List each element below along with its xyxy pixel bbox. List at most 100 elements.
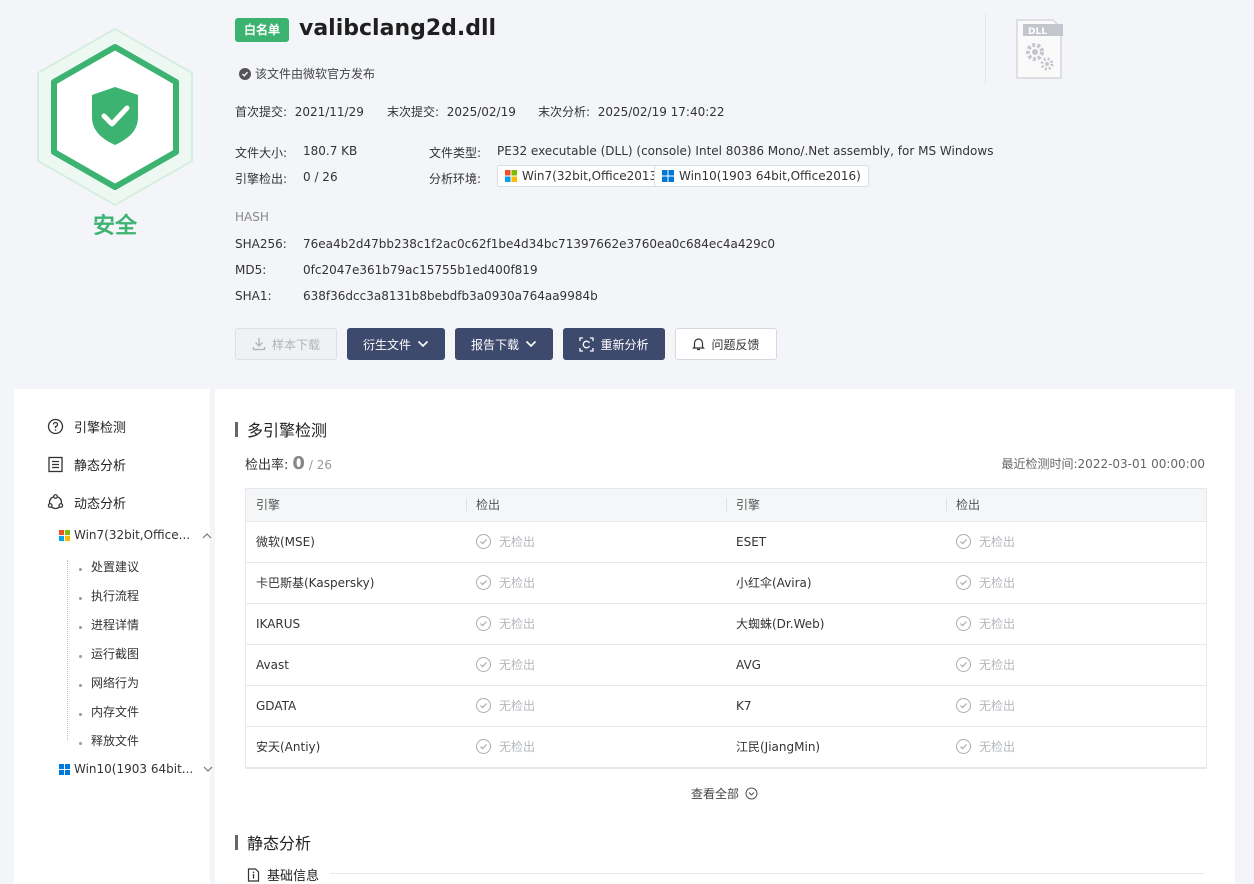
check-circle-icon [956,739,971,754]
table-row: Avast 无检出 AVG 无检出 [246,644,1206,686]
nav-static-analysis[interactable]: 静态分析 [47,455,126,474]
sha1-value[interactable]: 638f36dcc3a8131b8bebdfb3a0930a764aa9984b [303,289,598,303]
safety-status-label: 安全 [92,214,137,239]
engine-detect-label: 引擎检出: [235,172,288,186]
file-type-label: 文件类型: [429,146,482,160]
md5-value[interactable]: 0fc2047e361b79ac15755b1ed400f819 [303,263,538,277]
sha256-label: SHA256: [235,237,287,251]
env-win10-tag[interactable]: Win10(1903 64bit,Office2016) [654,165,869,187]
subnav-item-process-details[interactable]: 进程详情 [79,616,139,633]
engine-detect-value: 0 / 26 [303,170,338,184]
detect-result-cell: 无检出 [946,562,1206,604]
check-circle-icon [476,657,491,672]
file-size-value: 180.7 KB [303,144,358,158]
detect-result-cell: 无检出 [466,603,726,645]
verified-check-icon [239,67,251,80]
detect-result-cell: 无检出 [466,685,726,727]
windows-xp-icon [59,529,70,541]
detect-result-cell: 无检出 [946,726,1206,768]
engine-name-cell: 卡巴斯基(Kaspersky) [246,562,466,604]
check-circle-icon [476,616,491,631]
derived-files-button[interactable]: 衍生文件 [347,328,445,360]
table-row: 安天(Antiy) 无检出 江民(JiangMin) 无检出 [246,726,1206,768]
detect-result-cell: 无检出 [466,521,726,563]
nav-env-win7[interactable]: Win7(32bit,Office... [59,528,212,542]
subnav-list: 处置建议 执行流程 进程详情 运行截图 网络行为 内存文件 释放文件 [79,558,139,749]
subnav-item-dropped-files[interactable]: 释放文件 [79,732,139,749]
windows-xp-icon [505,170,517,182]
engine-name-cell: IKARUS [246,603,466,645]
publisher-note: 该文件由微软官方发布 [239,65,375,82]
dll-file-icon: DLL [1015,18,1063,80]
safety-shield-badge [30,25,200,215]
table-row: 微软(MSE) 无检出 ESET 无检出 [246,521,1206,563]
view-all-link[interactable]: 查看全部 [691,785,758,802]
info-doc-icon [247,867,260,882]
subnav-item-network[interactable]: 网络行为 [79,674,139,691]
detect-result-cell: 无检出 [946,521,1206,563]
table-row: GDATA 无检出 K7 无检出 [246,685,1206,727]
env-label: 分析环境: [429,172,482,186]
nav-engine-detection[interactable]: 引擎检测 [47,417,126,436]
engine-name-cell: ESET [726,521,946,563]
file-type-value: PE32 executable (DLL) (console) Intel 80… [497,144,994,158]
basic-info-subtitle: 基础信息 [247,865,319,884]
col-engine-1: 引擎 [246,489,466,522]
check-circle-icon [476,575,491,590]
col-engine-2: 引擎 [726,489,946,522]
engine-table: 引擎 检出 引擎 检出 微软(MSE) 无检出 ESET 无检出 卡巴斯基(Kasper… [245,488,1207,769]
detect-result-cell: 无检出 [946,685,1206,727]
last-submit: 末次提交: 2025/02/19 [387,105,516,119]
sha256-value[interactable]: 76ea4b2d47bb238c1f2ac0c62f1be4d34bc71397… [303,237,775,251]
last-analysis: 末次分析: 2025/02/19 17:40:22 [538,105,725,119]
md5-label: MD5: [235,263,267,277]
check-circle-icon [956,698,971,713]
sha1-label: SHA1: [235,289,272,303]
check-circle-icon [956,575,971,590]
subnav-item-handling[interactable]: 处置建议 [79,558,139,575]
chevron-down-icon [417,340,429,348]
check-circle-icon [956,534,971,549]
nav-env-win10[interactable]: Win10(1903 64bit... [59,762,213,776]
report-download-button[interactable]: 报告下载 [455,328,553,360]
engine-name-cell: K7 [726,685,946,727]
subnav-item-screenshots[interactable]: 运行截图 [79,645,139,662]
chevron-down-circle-icon [745,787,758,800]
dll-icon-label: DLL [1028,27,1047,37]
engine-name-cell: 安天(Antiy) [246,726,466,768]
chevron-down-icon [203,766,213,772]
hash-title: HASH [235,210,269,224]
chevron-up-icon [202,532,212,538]
check-circle-icon [476,739,491,754]
list-doc-icon [48,456,63,473]
reanalyze-button[interactable]: 重新分析 [563,328,665,360]
feedback-button[interactable]: 问题反馈 [675,328,777,360]
refresh-icon [579,336,595,352]
multi-engine-section-title: 多引擎检测 [235,417,327,441]
engine-name-cell: AVG [726,644,946,686]
last-check-time: 最近检测时间:2022-03-01 00:00:00 [1001,457,1206,471]
detect-result-cell: 无检出 [466,562,726,604]
help-circle-icon [47,418,64,435]
env-win7-tag[interactable]: Win7(32bit,Office2013) [497,165,670,187]
detect-result-cell: 无检出 [946,603,1206,645]
basic-info-divider [330,873,1204,874]
table-header-row: 引擎 检出 引擎 检出 [246,489,1206,522]
engine-name-cell: 大蜘蛛(Dr.Web) [726,603,946,645]
check-circle-icon [956,657,971,672]
sample-download-button[interactable]: 样本下载 [235,328,337,360]
engine-name-cell: 小红伞(Avira) [726,562,946,604]
cycle-nodes-icon [47,494,64,510]
subnav-item-memory-files[interactable]: 内存文件 [79,703,139,720]
check-circle-icon [956,616,971,631]
windows-10-icon [662,170,674,182]
whitelist-badge: 白名单 [235,18,290,42]
table-row: 卡巴斯基(Kaspersky) 无检出 小红伞(Avira) 无检出 [246,562,1206,604]
bell-icon [692,338,706,351]
download-icon [252,338,266,351]
windows-10-icon [59,763,70,775]
nav-dynamic-analysis[interactable]: 动态分析 [47,493,126,512]
static-analysis-section-title: 静态分析 [235,830,311,854]
file-name-title: valibclang2d.dll [299,16,497,41]
subnav-item-execution-flow[interactable]: 执行流程 [79,587,139,604]
